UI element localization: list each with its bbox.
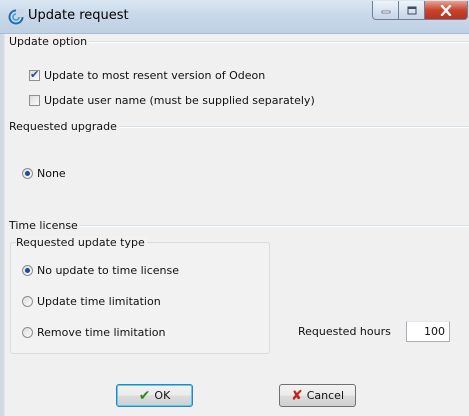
update-type-label: Requested update type: [16, 236, 147, 249]
radio-button[interactable]: [22, 168, 33, 179]
requested-upgrade-label: Requested upgrade: [9, 120, 119, 133]
checkbox-box[interactable]: ✔: [29, 68, 40, 81]
time-license-label: Time license: [9, 219, 80, 232]
radio-selected-dot: [25, 268, 30, 273]
no-update-radio[interactable]: No update to time license: [22, 264, 179, 277]
cancel-button[interactable]: ✘ Cancel: [279, 384, 356, 407]
checkbox-label: Update user name (must be supplied separ…: [44, 94, 315, 107]
requested-hours-label: Requested hours: [298, 325, 391, 338]
radio-label: Update time limitation: [37, 295, 161, 308]
checkmark-icon: ✔: [30, 68, 40, 81]
cancel-button-label: Cancel: [306, 389, 344, 402]
checkbox-box[interactable]: [29, 95, 40, 106]
update-request-window: Update request Update option ✔ Update to…: [0, 0, 469, 416]
radio-label: No update to time license: [37, 264, 179, 277]
cross-icon: ✘: [291, 387, 303, 404]
requested-hours-input[interactable]: 100: [406, 321, 450, 342]
radio-button[interactable]: [22, 296, 33, 307]
maximize-button[interactable]: [399, 1, 425, 20]
remove-limitation-radio[interactable]: Remove time limitation: [22, 326, 166, 339]
maximize-icon: [407, 6, 416, 14]
upgrade-none-radio[interactable]: None: [22, 167, 66, 180]
title-bar[interactable]: Update request: [0, 0, 469, 34]
radio-button[interactable]: [22, 265, 33, 276]
radio-label: None: [37, 167, 66, 180]
update-option-label: Update option: [9, 35, 90, 48]
radio-button[interactable]: [22, 327, 33, 338]
window-title: Update request: [28, 8, 129, 23]
checkmark-icon: ✔: [138, 387, 151, 404]
odeon-app-icon: [8, 9, 24, 25]
dialog-client-area: Update option ✔ Update to most resent ve…: [8, 34, 469, 416]
close-icon: [440, 4, 452, 16]
ok-button[interactable]: ✔ OK: [116, 384, 193, 407]
minimize-button[interactable]: [372, 1, 399, 20]
minimize-icon: [381, 10, 390, 14]
radio-selected-dot: [25, 171, 30, 176]
radio-label: Remove time limitation: [37, 326, 166, 339]
ok-button-label: OK: [154, 389, 171, 402]
close-button[interactable]: [425, 1, 468, 20]
update-username-checkbox[interactable]: Update user name (must be supplied separ…: [29, 94, 315, 107]
update-limitation-radio[interactable]: Update time limitation: [22, 295, 161, 308]
update-version-checkbox[interactable]: ✔ Update to most resent version of Odeon: [29, 68, 266, 82]
checkbox-label: Update to most resent version of Odeon: [44, 69, 266, 82]
